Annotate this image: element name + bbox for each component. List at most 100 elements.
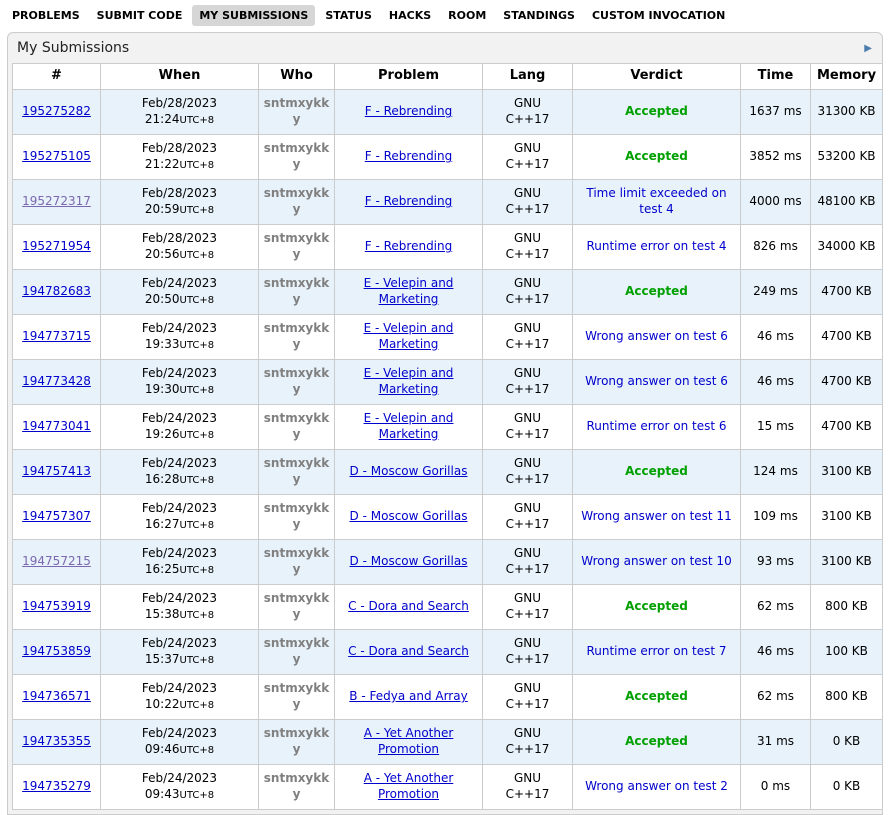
- nav-item-problems[interactable]: PROBLEMS: [5, 5, 87, 26]
- submission-id-link[interactable]: 194753919: [22, 599, 91, 613]
- verdict-text: Wrong answer on test 11: [581, 509, 731, 523]
- submission-lang: GNU C++17: [497, 321, 559, 352]
- nav-item-room[interactable]: ROOM: [441, 5, 493, 26]
- problem-link[interactable]: E - Velepin and Marketing: [364, 366, 454, 396]
- author-link[interactable]: sntmxykky: [264, 141, 329, 171]
- memory-consumed: 48100 KB: [811, 180, 883, 225]
- nav-item-status[interactable]: STATUS: [318, 5, 379, 26]
- submission-id-link[interactable]: 194773041: [22, 419, 91, 433]
- submission-when: Feb/24/2023 10:22UTC+8: [101, 675, 259, 720]
- verdict-text: Accepted: [625, 734, 688, 748]
- header-problem: Problem: [335, 64, 483, 90]
- author-link[interactable]: sntmxykky: [264, 231, 329, 261]
- submission-time: 16:28: [145, 472, 180, 486]
- time-consumed: 109 ms: [741, 495, 811, 540]
- submissions-tbody: 195275282 Feb/28/2023 21:24UTC+8 sntmxyk…: [13, 90, 883, 810]
- submission-id-link[interactable]: 194753859: [22, 644, 91, 658]
- problem-link[interactable]: F - Rebrending: [365, 194, 453, 208]
- time-consumed: 46 ms: [741, 360, 811, 405]
- submission-timezone: UTC+8: [180, 475, 215, 486]
- time-consumed: 1637 ms: [741, 90, 811, 135]
- author-link[interactable]: sntmxykky: [264, 96, 329, 126]
- submission-date: Feb/24/2023: [105, 276, 254, 292]
- submission-id-link[interactable]: 194782683: [22, 284, 91, 298]
- problem-link[interactable]: B - Fedya and Array: [349, 689, 467, 703]
- submission-date: Feb/24/2023: [105, 771, 254, 787]
- author-link[interactable]: sntmxykky: [264, 501, 329, 531]
- author-link[interactable]: sntmxykky: [264, 681, 329, 711]
- submission-id-link[interactable]: 194735355: [22, 734, 91, 748]
- author-link[interactable]: sntmxykky: [264, 321, 329, 351]
- submission-when: Feb/24/2023 19:33UTC+8: [101, 315, 259, 360]
- submission-when: Feb/28/2023 21:22UTC+8: [101, 135, 259, 180]
- header-lang: Lang: [483, 64, 573, 90]
- submission-id-link[interactable]: 195272317: [22, 194, 91, 208]
- submission-when: Feb/28/2023 20:56UTC+8: [101, 225, 259, 270]
- author-link[interactable]: sntmxykky: [264, 726, 329, 756]
- problem-link[interactable]: D - Moscow Gorillas: [350, 509, 468, 523]
- submission-date: Feb/24/2023: [105, 681, 254, 697]
- submission-id-link[interactable]: 194736571: [22, 689, 91, 703]
- nav-item-submit-code[interactable]: SUBMIT CODE: [90, 5, 190, 26]
- nav-item-custom-invocation[interactable]: CUSTOM INVOCATION: [585, 5, 732, 26]
- problem-link[interactable]: E - Velepin and Marketing: [364, 321, 454, 351]
- table-row: 194757413 Feb/24/2023 16:28UTC+8 sntmxyk…: [13, 450, 883, 495]
- problem-link[interactable]: E - Velepin and Marketing: [364, 411, 454, 441]
- author-link[interactable]: sntmxykky: [264, 546, 329, 576]
- submission-when: Feb/24/2023 19:30UTC+8: [101, 360, 259, 405]
- time-consumed: 826 ms: [741, 225, 811, 270]
- problem-link[interactable]: C - Dora and Search: [348, 644, 469, 658]
- submission-id-link[interactable]: 195271954: [22, 239, 91, 253]
- time-consumed: 46 ms: [741, 630, 811, 675]
- submission-id-link[interactable]: 194757413: [22, 464, 91, 478]
- submission-lang: GNU C++17: [497, 141, 559, 172]
- verdict-text: Accepted: [625, 689, 688, 703]
- header-verdict: Verdict: [573, 64, 741, 90]
- submission-time: 15:38: [145, 607, 180, 621]
- author-link[interactable]: sntmxykky: [264, 186, 329, 216]
- problem-link[interactable]: F - Rebrending: [365, 149, 453, 163]
- author-link[interactable]: sntmxykky: [264, 591, 329, 621]
- header-who: Who: [259, 64, 335, 90]
- verdict-text: Wrong answer on test 2: [585, 779, 728, 793]
- submission-when: Feb/24/2023 20:50UTC+8: [101, 270, 259, 315]
- author-link[interactable]: sntmxykky: [264, 411, 329, 441]
- submission-id-link[interactable]: 195275105: [22, 149, 91, 163]
- submission-when: Feb/24/2023 15:38UTC+8: [101, 585, 259, 630]
- problem-link[interactable]: D - Moscow Gorillas: [350, 554, 468, 568]
- nav-item-hacks[interactable]: HACKS: [382, 5, 438, 26]
- submission-id-link[interactable]: 194757215: [22, 554, 91, 568]
- time-consumed: 46 ms: [741, 315, 811, 360]
- submission-id-link[interactable]: 194773428: [22, 374, 91, 388]
- table-row: 195271954 Feb/28/2023 20:56UTC+8 sntmxyk…: [13, 225, 883, 270]
- nav-item-my-submissions[interactable]: MY SUBMISSIONS: [192, 5, 315, 26]
- submission-id-link[interactable]: 195275282: [22, 104, 91, 118]
- author-link[interactable]: sntmxykky: [264, 366, 329, 396]
- problem-link[interactable]: C - Dora and Search: [348, 599, 469, 613]
- problem-link[interactable]: F - Rebrending: [365, 239, 453, 253]
- table-row: 195275282 Feb/28/2023 21:24UTC+8 sntmxyk…: [13, 90, 883, 135]
- submission-id-link[interactable]: 194735279: [22, 779, 91, 793]
- table-row: 194736571 Feb/24/2023 10:22UTC+8 sntmxyk…: [13, 675, 883, 720]
- problem-link[interactable]: E - Velepin and Marketing: [364, 276, 454, 306]
- author-link[interactable]: sntmxykky: [264, 636, 329, 666]
- submission-date: Feb/24/2023: [105, 411, 254, 427]
- problem-link[interactable]: A - Yet Another Promotion: [364, 771, 454, 801]
- submission-id-link[interactable]: 194757307: [22, 509, 91, 523]
- submission-id-link[interactable]: 194773715: [22, 329, 91, 343]
- problem-link[interactable]: D - Moscow Gorillas: [350, 464, 468, 478]
- submission-lang: GNU C++17: [497, 186, 559, 217]
- memory-consumed: 3100 KB: [811, 450, 883, 495]
- submission-lang: GNU C++17: [497, 771, 559, 802]
- submission-lang: GNU C++17: [497, 501, 559, 532]
- memory-consumed: 100 KB: [811, 630, 883, 675]
- submission-timezone: UTC+8: [180, 340, 215, 351]
- author-link[interactable]: sntmxykky: [264, 771, 329, 801]
- author-link[interactable]: sntmxykky: [264, 276, 329, 306]
- nav-item-standings[interactable]: STANDINGS: [496, 5, 582, 26]
- submission-timezone: UTC+8: [180, 655, 215, 666]
- problem-link[interactable]: A - Yet Another Promotion: [364, 726, 454, 756]
- author-link[interactable]: sntmxykky: [264, 456, 329, 486]
- expand-arrow-icon[interactable]: ▶: [864, 42, 872, 56]
- problem-link[interactable]: F - Rebrending: [365, 104, 453, 118]
